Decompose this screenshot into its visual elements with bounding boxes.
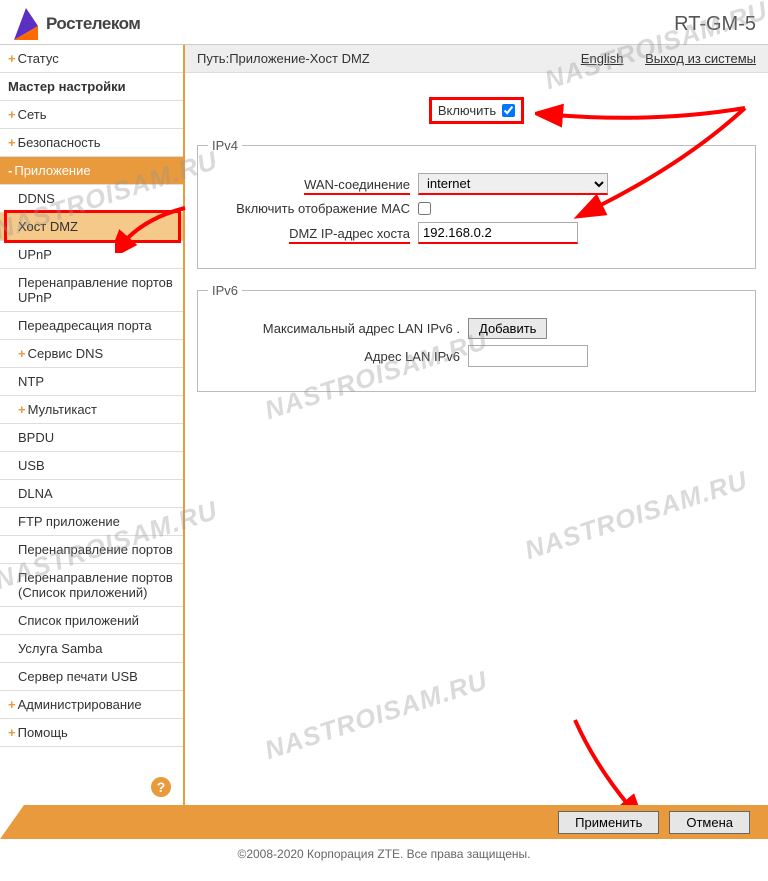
nav-app-list[interactable]: Список приложений bbox=[0, 607, 183, 635]
lang-english-link[interactable]: English bbox=[581, 51, 624, 66]
nav-port-forward[interactable]: Переадресация порта bbox=[0, 312, 183, 340]
breadcrumb-bar: Путь:Приложение-Хост DMZ English Выход и… bbox=[185, 45, 768, 73]
footer-actions: Применить Отмена bbox=[0, 805, 768, 839]
nav-ftp[interactable]: FTP приложение bbox=[0, 508, 183, 536]
ipv4-legend: IPv4 bbox=[208, 138, 242, 153]
nav-application[interactable]: -Приложение bbox=[0, 157, 183, 185]
apply-button[interactable]: Применить bbox=[558, 811, 659, 834]
nav-upnp[interactable]: UPnP bbox=[0, 241, 183, 269]
logo: Ростелеком bbox=[12, 6, 140, 42]
enable-highlight: Включить bbox=[429, 97, 524, 124]
sidebar: +Статус Мастер настройки +Сеть +Безопасн… bbox=[0, 45, 185, 805]
mac-label: Включить отображение MAC bbox=[208, 201, 418, 216]
ipv6-fieldset: IPv6 Максимальный адрес LAN IPv6 . Добав… bbox=[197, 283, 756, 392]
rostelecom-icon bbox=[12, 6, 40, 42]
dmz-label: DMZ IP-адрес хоста bbox=[208, 226, 418, 241]
nav-dlna[interactable]: DLNA bbox=[0, 480, 183, 508]
nav-samba[interactable]: Услуга Samba bbox=[0, 635, 183, 663]
nav-status[interactable]: +Статус bbox=[0, 45, 183, 73]
nav-upnp-port-map[interactable]: Перенаправление портов UPnP bbox=[0, 269, 183, 312]
nav-ddns[interactable]: DDNS bbox=[0, 185, 183, 213]
nav-dns-service[interactable]: +Сервис DNS bbox=[0, 340, 183, 368]
wan-label: WAN-соединение bbox=[208, 177, 418, 192]
content-panel: Включить IPv4 WAN-соединение internet Вк… bbox=[185, 73, 768, 805]
ipv6-addr-label: Адрес LAN IPv6 bbox=[208, 349, 468, 364]
nav-usb-print[interactable]: Сервер печати USB bbox=[0, 663, 183, 691]
nav-multicast[interactable]: +Мультикаст bbox=[0, 396, 183, 424]
ipv4-fieldset: IPv4 WAN-соединение internet Включить от… bbox=[197, 138, 756, 269]
help-icon[interactable]: ? bbox=[151, 777, 171, 797]
annotation-arrow bbox=[565, 715, 645, 815]
nav-port-redir[interactable]: Перенаправление портов bbox=[0, 536, 183, 564]
nav-network[interactable]: +Сеть bbox=[0, 101, 183, 129]
cancel-button[interactable]: Отмена bbox=[669, 811, 750, 834]
ipv6-addr-input[interactable] bbox=[468, 345, 588, 367]
nav-bpdu[interactable]: BPDU bbox=[0, 424, 183, 452]
logo-text: Ростелеком bbox=[46, 14, 140, 34]
mac-checkbox[interactable] bbox=[418, 202, 431, 215]
nav-port-redir-list[interactable]: Перенаправление портов (Список приложени… bbox=[0, 564, 183, 607]
logout-link[interactable]: Выход из системы bbox=[645, 51, 756, 66]
nav-security[interactable]: +Безопасность bbox=[0, 129, 183, 157]
wan-select[interactable]: internet bbox=[418, 173, 608, 195]
enable-checkbox[interactable] bbox=[502, 104, 515, 117]
nav-wizard[interactable]: Мастер настройки bbox=[0, 73, 183, 101]
dmz-ip-input[interactable] bbox=[418, 222, 578, 244]
add-button[interactable]: Добавить bbox=[468, 318, 547, 339]
enable-label: Включить bbox=[438, 103, 496, 118]
nav-dmz-host[interactable]: Хост DMZ bbox=[0, 213, 183, 241]
model-label: RT-GM-5 bbox=[674, 13, 756, 36]
nav-help[interactable]: +Помощь bbox=[0, 719, 183, 747]
copyright-text: ©2008-2020 Корпорация ZTE. Все права защ… bbox=[0, 839, 768, 881]
main-area: Путь:Приложение-Хост DMZ English Выход и… bbox=[185, 45, 768, 805]
ipv6-max-label: Максимальный адрес LAN IPv6 . bbox=[208, 321, 468, 336]
ipv6-legend: IPv6 bbox=[208, 283, 242, 298]
breadcrumb: Путь:Приложение-Хост DMZ bbox=[197, 51, 370, 66]
nav-usb[interactable]: USB bbox=[0, 452, 183, 480]
nav-ntp[interactable]: NTP bbox=[0, 368, 183, 396]
nav-admin[interactable]: +Администрирование bbox=[0, 691, 183, 719]
app-header: Ростелеком RT-GM-5 bbox=[0, 0, 768, 45]
